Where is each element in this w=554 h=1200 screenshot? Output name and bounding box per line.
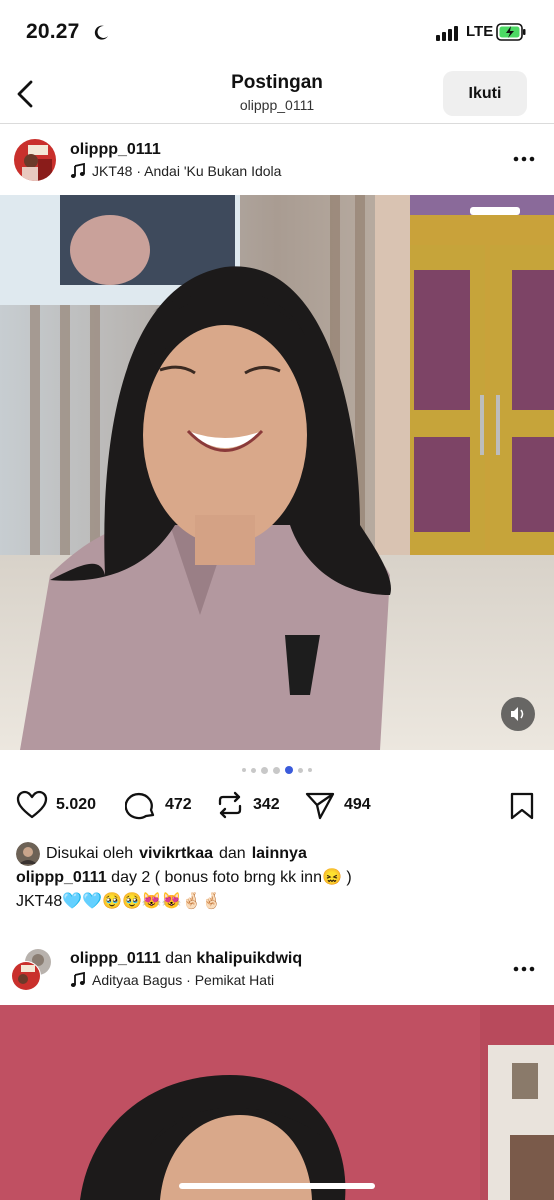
caption-text: day 2 ( bonus foto brng kk inn😖 ) <box>111 869 352 886</box>
speaker-icon <box>511 707 524 721</box>
like-count[interactable]: 5.020 <box>56 796 96 814</box>
share-action[interactable]: 494 <box>304 790 371 820</box>
more-options-icon[interactable] <box>513 156 535 162</box>
comment-icon[interactable] <box>125 790 157 820</box>
music-note-icon <box>70 163 85 178</box>
next-post-authors: olippp_0111 dan khalipuikdwiq <box>70 950 302 968</box>
follow-button[interactable]: Ikuti <box>443 71 527 116</box>
next-post-username[interactable]: olippp_0111 <box>70 950 161 967</box>
collab-avatars[interactable] <box>10 948 54 992</box>
share-count[interactable]: 494 <box>344 796 371 814</box>
next-audio-label: Adityaa Bagus · Pemikat Hati <box>92 972 275 988</box>
network-label: LTE <box>466 23 494 40</box>
send-icon[interactable] <box>304 790 336 820</box>
mute-button[interactable] <box>501 697 535 731</box>
next-post-coauthor[interactable]: khalipuikdwiq <box>196 950 302 967</box>
liked-by: Disukai oleh vivikrtkaa dan lainnya <box>16 842 307 866</box>
header-divider <box>0 123 554 124</box>
bookmark-icon[interactable] <box>509 792 535 820</box>
home-indicator[interactable] <box>179 1183 375 1189</box>
liked-by-others[interactable]: lainnya <box>252 845 307 863</box>
liked-by-user[interactable]: vivikrtkaa <box>139 845 213 863</box>
comment-action[interactable]: 472 <box>125 790 192 820</box>
next-post-photo[interactable] <box>0 1005 554 1200</box>
status-time: 20.27 <box>26 20 80 43</box>
like-action[interactable]: 5.020 <box>16 790 96 820</box>
post-audio[interactable]: JKT48 · Andai 'Ku Bukan Idola <box>70 163 281 179</box>
audio-label: JKT48 · Andai 'Ku Bukan Idola <box>92 163 282 179</box>
post-photo[interactable] <box>0 195 554 750</box>
post-caption: olippp_0111 day 2 ( bonus foto brng kk i… <box>16 866 536 914</box>
signal-icon <box>436 26 458 41</box>
more-options-icon[interactable] <box>513 966 535 972</box>
carousel-indicator <box>0 766 554 774</box>
repost-action[interactable]: 342 <box>215 790 280 820</box>
liked-by-joiner: dan <box>219 845 246 862</box>
music-note-icon <box>70 972 85 987</box>
repost-count[interactable]: 342 <box>253 796 280 814</box>
avatar[interactable] <box>14 139 56 181</box>
battery-icon <box>496 23 526 41</box>
caption-line2: JKT48🩵🩵🥹🥹😻😻🤞🏻🤞🏻 <box>16 893 222 910</box>
next-post-joiner: dan <box>165 950 192 967</box>
heart-icon[interactable] <box>16 790 48 820</box>
moon-icon <box>94 25 108 40</box>
liker-avatar[interactable] <box>16 842 40 866</box>
next-post-audio[interactable]: Adityaa Bagus · Pemikat Hati <box>70 972 274 988</box>
repost-icon[interactable] <box>215 790 245 820</box>
caption-username[interactable]: olippp_0111 <box>16 869 107 886</box>
liked-by-prefix: Disukai oleh <box>46 845 134 862</box>
post-username[interactable]: olippp_0111 <box>70 141 161 159</box>
comment-count[interactable]: 472 <box>165 796 192 814</box>
